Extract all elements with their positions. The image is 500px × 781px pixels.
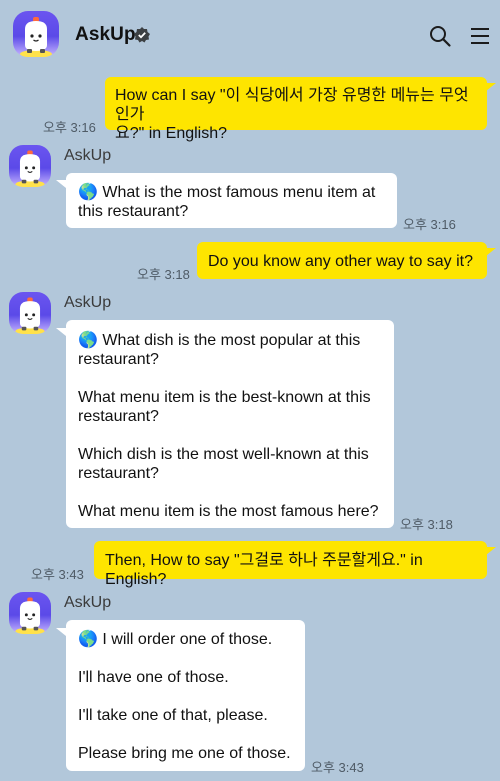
message-paragraph: What menu item is the best-known at this… [78,389,371,425]
message-time: 오후 3:43 [31,567,84,582]
bubble-tail [56,628,66,636]
bot-avatar[interactable] [9,292,51,334]
bubble-tail [56,328,66,336]
user-message-bubble[interactable]: Then, How to say "그걸로 하나 주문할게요." in Engl… [94,541,487,588]
message-time: 오후 3:16 [43,120,96,135]
message-time: 오후 3:18 [400,517,453,532]
message-text: How can I say "이 식당에서 가장 유명한 메뉴는 무엇인가 요?… [115,87,469,142]
message-paragraph: Which dish is the most well-known at thi… [78,446,369,482]
chat-header: AskUp [0,0,500,72]
message-paragraph: I'll have one of those. [78,669,229,686]
bot-message-bubble[interactable]: 🌎 I will order one of those. I'll have o… [66,620,305,771]
user-message-bubble[interactable]: Do you know any other way to say it? [197,242,487,279]
message-time: 오후 3:18 [137,267,190,282]
message-paragraph: What menu item is the most famous here? [78,503,379,520]
bot-avatar[interactable] [9,145,51,187]
bubble-tail [486,248,496,256]
message-text: Then, How to say "그걸로 하나 주문할게요." in Engl… [105,552,423,588]
bubble-tail [486,83,496,91]
message-text: Do you know any other way to say it? [208,253,474,270]
bot-avatar[interactable] [9,592,51,634]
sender-name: AskUp [64,147,112,164]
askup-avatar[interactable] [13,11,59,57]
bubble-tail [56,180,66,188]
message-paragraph: 🌎 I will order one of those. [78,631,273,648]
verified-badge-icon [134,27,150,43]
sender-name: AskUp [64,594,112,611]
message-time: 오후 3:16 [403,217,456,232]
search-icon[interactable] [428,24,452,48]
message-paragraph: 🌎 What dish is the most popular at this … [78,332,361,368]
sender-name: AskUp [64,294,112,311]
message-paragraph: I'll take one of that, please. [78,707,268,724]
hamburger-menu-icon[interactable] [468,24,492,48]
chat-title: AskUp [75,24,136,45]
bot-message-bubble[interactable]: 🌎 What dish is the most popular at this … [66,320,394,528]
bot-message-bubble[interactable]: 🌎 What is the most famous menu item at t… [66,173,397,228]
bubble-tail [486,547,496,555]
message-paragraph: Please bring me one of those. [78,745,291,762]
message-time: 오후 3:43 [311,760,364,775]
user-message-bubble[interactable]: How can I say "이 식당에서 가장 유명한 메뉴는 무엇인가 요?… [105,77,487,142]
message-text: 🌎 What is the most famous menu item at t… [78,184,376,220]
